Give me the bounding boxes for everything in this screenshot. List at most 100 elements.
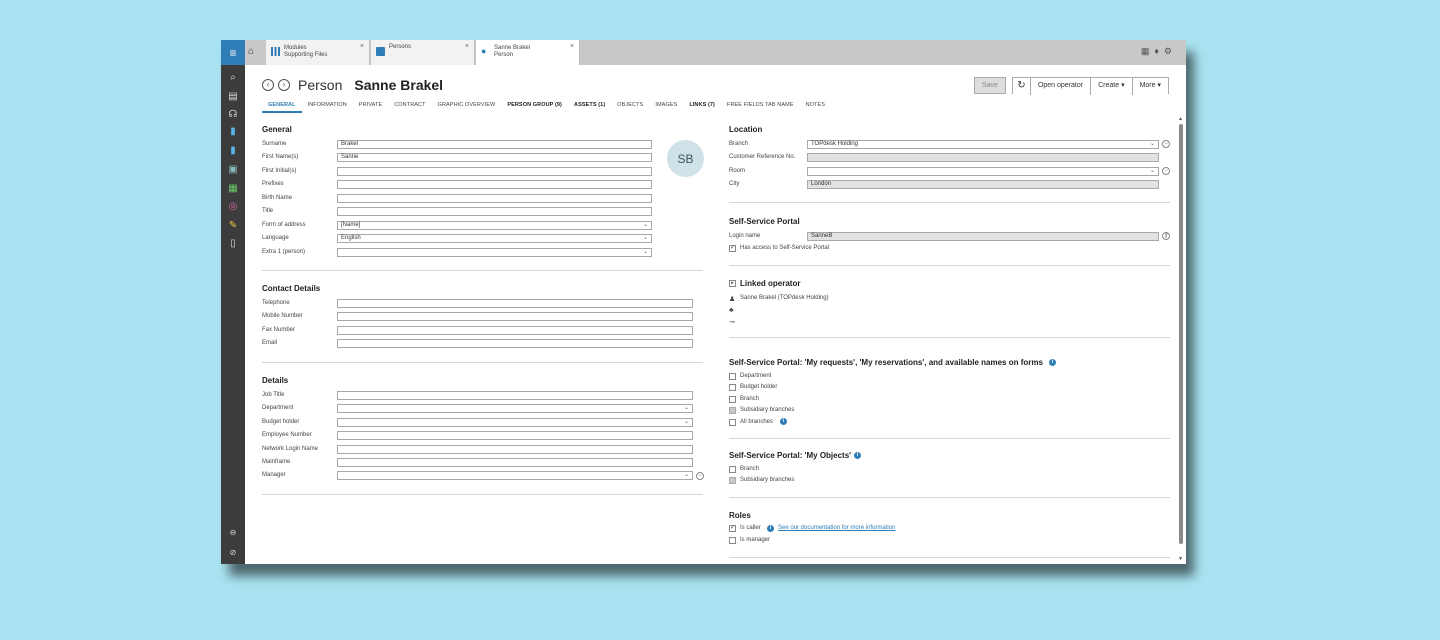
close-icon[interactable]: × [570,43,574,50]
tab-graphic-overview[interactable]: GRAPHIC OVERVIEW [432,102,502,113]
birth-name-input[interactable] [337,194,652,203]
tab-notes[interactable]: NOTES [800,102,831,113]
field-label: Mobile Number [262,313,303,319]
field-label: Manager [262,472,286,478]
more-button[interactable]: More ▾ [1132,78,1168,95]
tab-private[interactable]: PRIVATE [353,102,388,113]
department-select[interactable]: ⌄ [337,404,693,413]
home-icon[interactable]: ⌂ [248,46,254,57]
is-manager-checkbox[interactable] [729,537,736,544]
employee-number-input[interactable] [337,431,693,440]
title-input[interactable] [337,207,652,216]
branch-checkbox[interactable] [729,396,736,403]
fax-input[interactable] [337,326,693,335]
chevron-down-icon: ⌄ [1149,141,1155,147]
tab-assets[interactable]: ASSETS (1) [568,102,611,113]
info-icon[interactable]: i [767,525,774,532]
divider [262,270,703,271]
tab-links[interactable]: LINKS (7) [683,102,721,113]
open-operator-button[interactable]: Open operator [1030,78,1092,95]
tab-title: Persons [389,44,412,50]
tab-general[interactable]: GENERAL [262,102,302,113]
refresh-button[interactable]: ↻ [1012,78,1031,95]
knowledge-icon[interactable]: ✎ [227,220,239,231]
save-button[interactable]: Save [973,77,1006,94]
telephone-input[interactable] [337,299,693,308]
search-icon[interactable]: ⌕ [227,72,239,83]
menu-icon[interactable]: ≡ [221,40,245,65]
key-icon[interactable]: ⚷ [1162,232,1170,240]
tab-contract[interactable]: CONTRACT [388,102,431,113]
back-icon[interactable]: ‹ [262,79,274,91]
form-of-address-select[interactable]: [Name] ⌄ [337,221,652,230]
language-select[interactable]: English ⌄ [337,234,652,243]
surname-input[interactable]: Brakel [337,140,652,149]
objects-branch-checkbox[interactable] [729,466,736,473]
scroll-down-icon[interactable]: ▼ [1178,556,1183,562]
reservations-icon[interactable]: ▦ [227,183,239,194]
operations-icon[interactable]: ◎ [227,201,239,212]
all-branches-checkbox[interactable] [729,419,736,426]
tab-modules[interactable]: Modules Supporting Files × [266,40,370,65]
close-icon[interactable]: × [465,43,469,50]
mobile-input[interactable] [337,312,693,321]
bell-icon[interactable]: ♦ [1154,46,1159,57]
tab-free-fields[interactable]: FREE FIELDS TAB NAME [721,102,800,113]
info-icon[interactable]: i [854,452,861,459]
field-label: Extra 1 (person) [262,249,306,255]
org-icon: ♣ [729,307,734,314]
documentation-link[interactable]: See our documentation for more informati… [778,525,895,531]
extra1-select[interactable]: ⌄ [337,248,652,257]
info-icon[interactable]: i [780,418,787,425]
first-initials-input[interactable] [337,167,652,176]
clear-icon[interactable]: − [1162,167,1170,175]
department-checkbox[interactable] [729,373,736,380]
logout-icon[interactable]: ⊖ [227,527,239,538]
calendar-icon[interactable]: ▦ [1141,46,1150,57]
email-field[interactable] [337,339,693,348]
branch-select[interactable]: TOPdesk Holding ⌄ [807,140,1159,149]
linked-operator-name[interactable]: Sanne Brakel (TOPdesk Holding) [740,295,829,301]
create-button[interactable]: Create ▾ [1091,78,1133,95]
tab-images[interactable]: IMAGES [649,102,683,113]
ssp-access-checkbox[interactable]: ✓ [729,245,736,252]
scroll-thumb[interactable] [1179,124,1183,544]
stethoscope-icon[interactable]: ☊ [227,109,239,120]
scroll-up-icon[interactable]: ▲ [1178,116,1183,122]
manager-select[interactable]: ⌄ [337,471,693,480]
login-name-input: SanneB [807,232,1159,241]
budget-holder-select[interactable]: ⌄ [337,418,693,427]
field-label: Mainframe [262,459,291,465]
budget-holder-checkbox[interactable] [729,384,736,391]
clear-icon[interactable]: − [1162,140,1170,148]
changes-icon[interactable]: ▮ [227,145,239,156]
tab-information[interactable]: INFORMATION [302,102,353,113]
is-caller-checkbox[interactable]: ✓ [729,525,736,532]
compass-icon[interactable]: ⊘ [227,547,239,558]
calls-icon[interactable]: ▮ [227,126,239,137]
room-select[interactable]: ⌄ [807,167,1159,176]
tab-person-group[interactable]: PERSON GROUP (9) [501,102,568,113]
scrollbar[interactable]: ▲ ▼ [1178,116,1184,564]
first-name-input[interactable]: Sanne [337,153,652,162]
user-settings-icon[interactable]: ⚙ [1164,46,1172,57]
job-title-input[interactable] [337,391,693,400]
play-icon[interactable]: ▸ [729,280,736,287]
tab-objects[interactable]: OBJECTS [611,102,649,113]
divider [729,438,1170,439]
tab-persons[interactable]: Persons × [371,40,475,65]
forward-icon[interactable]: › [278,79,290,91]
tab-sanne-brakel[interactable]: ● Sanne Brakel Person × [476,40,580,65]
close-icon[interactable]: × [360,43,364,50]
info-icon[interactable]: i [1049,359,1056,366]
clipboard-icon[interactable]: ▤ [227,91,239,102]
clear-icon[interactable]: − [696,472,704,480]
tab-subtitle: Person [494,52,514,58]
network-login-input[interactable] [337,445,693,454]
prefixes-input[interactable] [337,180,652,189]
divider [729,557,1170,558]
mainframe-input[interactable] [337,458,693,467]
reports-icon[interactable]: ▯ [227,238,239,249]
assets-icon[interactable]: ▣ [227,164,239,175]
objects-subsidiary-checkbox [729,477,736,484]
